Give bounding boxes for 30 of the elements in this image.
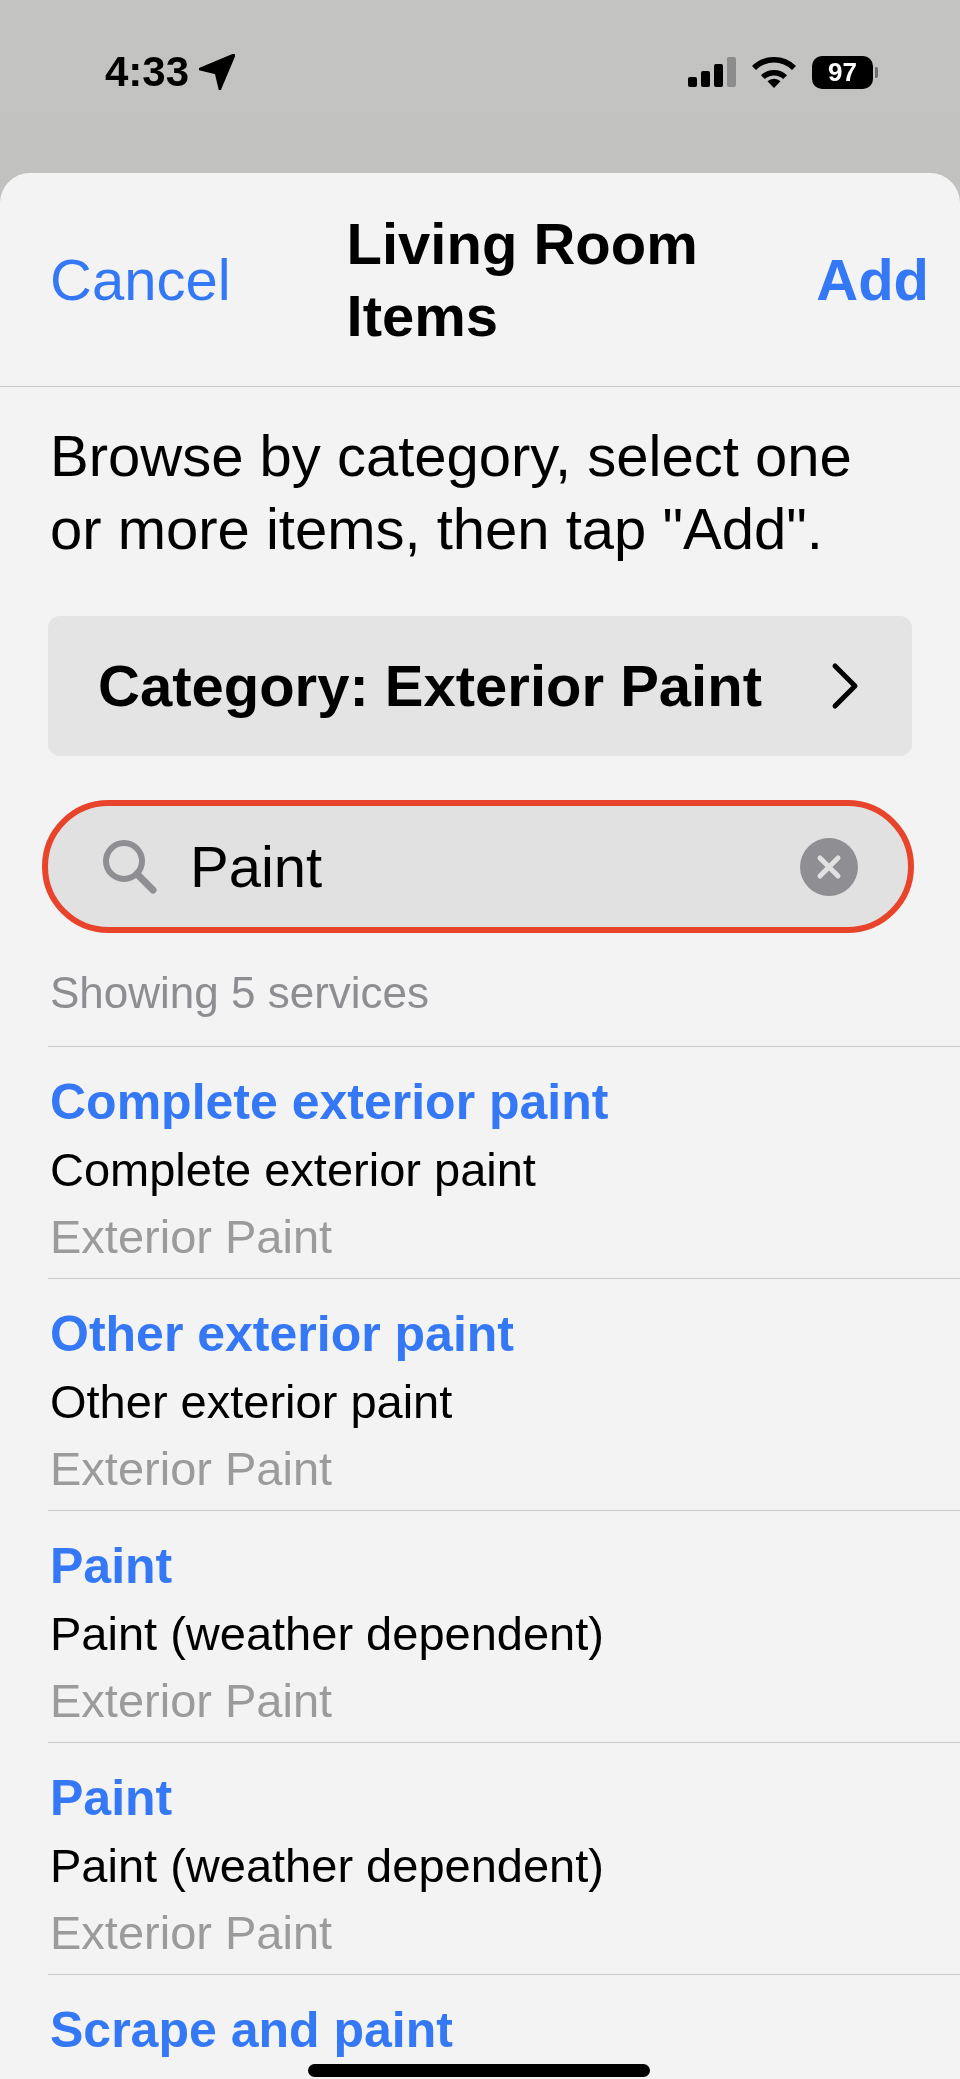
battery-indicator: 97: [812, 55, 878, 89]
signal-icon: [688, 57, 736, 87]
service-name[interactable]: Scrape and paint: [50, 2001, 453, 2059]
search-icon: [101, 838, 158, 895]
clear-search-button[interactable]: [800, 837, 858, 896]
result-count: Showing 5 services: [49, 967, 431, 1019]
service-description: Other exterior paint: [50, 1374, 453, 1430]
service-category: Exterior Paint: [50, 1673, 333, 1729]
status-time: 4:33: [105, 51, 190, 93]
search-field[interactable]: Paint: [42, 800, 914, 933]
service-name[interactable]: Paint: [50, 1769, 173, 1827]
chevron-right-icon: [830, 662, 860, 710]
cancel-button[interactable]: Cancel: [50, 250, 231, 309]
service-description: Complete exterior paint: [50, 1142, 536, 1198]
clear-icon: [800, 837, 858, 896]
category-button[interactable]: Category: Exterior Paint: [48, 616, 912, 756]
wifi-icon: [752, 56, 796, 88]
service-name[interactable]: Complete exterior paint: [50, 1073, 609, 1131]
service-category: Exterior Paint: [50, 1441, 333, 1497]
add-button[interactable]: Add: [816, 250, 929, 309]
service-name[interactable]: Paint: [50, 1537, 173, 1595]
service-description: Paint (weather dependent): [50, 1606, 604, 1662]
instructions-text: Browse by category, select one or more items, then tap "Add".: [49, 422, 853, 563]
service-category: Exterior Paint: [50, 1905, 333, 1961]
service-category: Exterior Paint: [50, 1209, 333, 1265]
service-description: Paint (weather dependent): [50, 1838, 604, 1894]
location-arrow-icon: [199, 54, 236, 90]
service-name[interactable]: Other exterior paint: [50, 1305, 514, 1363]
sheet-title: Living Room Items: [346, 209, 699, 350]
search-input[interactable]: Paint: [190, 823, 800, 910]
